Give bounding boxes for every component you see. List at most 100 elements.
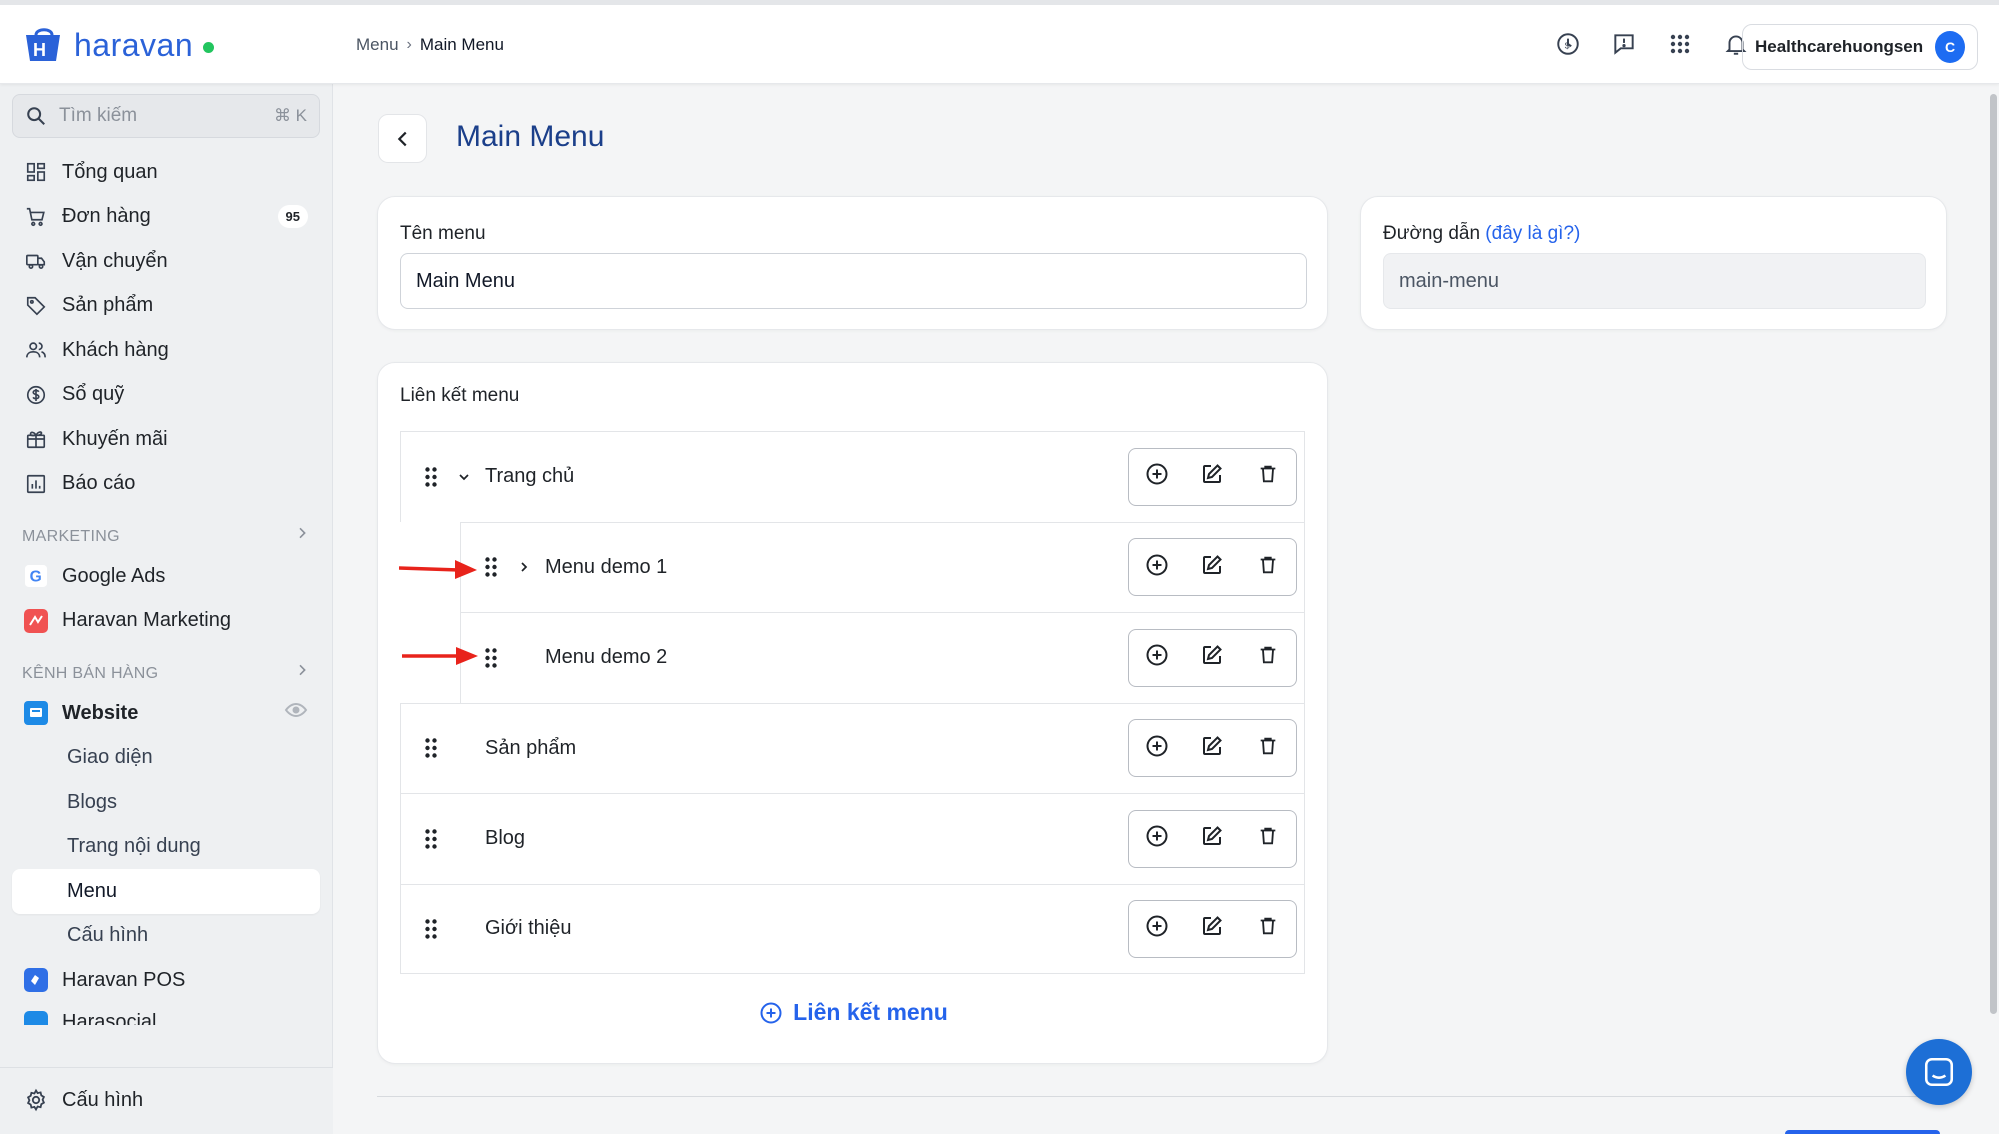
sidebar-subitem-giao-dien[interactable]: Giao diện [12, 736, 320, 781]
edit-icon [1200, 734, 1224, 763]
chat-support-button[interactable] [1906, 1039, 1972, 1105]
sidebar-item-haravan-marketing[interactable]: Haravan Marketing [12, 599, 320, 644]
apps-grid-icon[interactable] [1667, 31, 1693, 57]
add-menu-link-button[interactable]: Liên kết menu [378, 999, 1329, 1026]
sidebar-item-label: Harasocial [62, 1010, 157, 1025]
edit-button[interactable] [1197, 462, 1227, 492]
menu-link-label: Sản phẩm [485, 736, 577, 759]
users-icon [24, 338, 48, 362]
edit-icon [1200, 914, 1224, 943]
history-icon[interactable]: $ [1555, 31, 1581, 57]
menu-link-row[interactable]: Trang chủ [400, 431, 1305, 522]
svg-text:$: $ [1565, 40, 1570, 50]
sidebar-nav: Tổng quan Đơn hàng 95 Vận chuyển Sản phẩ… [12, 150, 320, 1025]
chevron-right-icon[interactable] [513, 556, 535, 578]
drag-handle-icon[interactable] [417, 915, 445, 943]
eye-icon[interactable] [284, 698, 308, 728]
add-child-button[interactable] [1142, 824, 1172, 854]
svg-text:H: H [33, 40, 46, 60]
edit-button[interactable] [1197, 552, 1227, 582]
drag-handle-icon[interactable] [477, 553, 505, 581]
delete-button[interactable] [1253, 824, 1283, 854]
url-help-link[interactable]: (đây là gì?) [1485, 223, 1580, 244]
menu-name-card: Tên menu Main Menu [377, 196, 1328, 330]
harasocial-icon [24, 1010, 48, 1025]
page-scrollbar[interactable] [1987, 84, 1999, 1134]
menu-url-label-text: Đường dẫn [1383, 223, 1481, 244]
dashboard-icon [24, 160, 48, 184]
feedback-icon[interactable] [1611, 31, 1637, 57]
delete-button[interactable] [1253, 643, 1283, 673]
sidebar-item-google-ads[interactable]: G Google Ads [12, 554, 320, 599]
sidebar-item-van-chuyen[interactable]: Vận chuyển [12, 239, 320, 284]
menu-link-row[interactable]: Blog [400, 793, 1305, 884]
sidebar-item-haravan-pos[interactable]: Haravan POS [12, 958, 320, 1003]
menu-link-actions [1128, 628, 1297, 687]
save-button[interactable] [1785, 1130, 1940, 1134]
menu-link-row[interactable]: Menu demo 2 [460, 612, 1305, 703]
drag-handle-icon[interactable] [417, 825, 445, 853]
edit-button[interactable] [1197, 733, 1227, 763]
sidebar-item-tong-quan[interactable]: Tổng quan [12, 150, 320, 195]
drag-handle-icon[interactable] [417, 734, 445, 762]
order-count-badge: 95 [277, 205, 308, 229]
search-box[interactable]: Tìm kiếm ⌘ K [12, 94, 320, 138]
google-icon: G [24, 564, 48, 588]
sidebar-subitem-blogs[interactable]: Blogs [12, 780, 320, 825]
sidebar-item-settings[interactable]: Cấu hình [12, 1078, 320, 1123]
sidebar-item-so-quy[interactable]: Sổ quỹ [12, 373, 320, 418]
chevron-down-icon[interactable] [453, 466, 475, 488]
sidebar-subitem-cau-hinh[interactable]: Cấu hình [12, 914, 320, 959]
add-child-button[interactable] [1142, 552, 1172, 582]
delete-button[interactable] [1253, 733, 1283, 763]
scrollbar-thumb[interactable] [1990, 94, 1997, 1014]
sidebar-item-label: Khuyến mãi [62, 427, 168, 450]
add-child-button[interactable] [1142, 914, 1172, 944]
drag-handle-icon[interactable] [477, 644, 505, 672]
menu-name-input[interactable]: Main Menu [400, 253, 1307, 309]
edit-button[interactable] [1197, 824, 1227, 854]
add-child-button[interactable] [1142, 643, 1172, 673]
menu-links-card: Liên kết menu Trang chủ Menu demo 1 Menu d… [377, 362, 1328, 1064]
menu-link-row[interactable]: Giới thiệu [400, 883, 1305, 974]
sidebar-item-don-hang[interactable]: Đơn hàng 95 [12, 195, 320, 240]
search-shortcut: ⌘ K [273, 106, 307, 125]
sidebar-subitem-menu[interactable]: Menu [12, 869, 320, 914]
sidebar-item-khach-hang[interactable]: Khách hàng [12, 328, 320, 373]
online-status-dot [203, 41, 215, 53]
sidebar-subitem-trang-noi-dung[interactable]: Trang nội dung [12, 825, 320, 870]
delete-button[interactable] [1253, 552, 1283, 582]
search-icon [27, 107, 45, 125]
drag-handle-icon[interactable] [417, 463, 445, 491]
chat-icon [1924, 1057, 1954, 1087]
breadcrumb-parent-link[interactable]: Menu [356, 35, 399, 55]
account-menu[interactable]: Healthcarehuongsen C [1742, 24, 1978, 70]
delete-button[interactable] [1253, 914, 1283, 944]
back-button[interactable] [378, 114, 427, 163]
sidebar-item-label: Haravan POS [62, 968, 186, 991]
menu-link-actions [1128, 719, 1297, 778]
sales-channel-section-header[interactable]: KÊNH BÁN HÀNG [12, 643, 320, 691]
add-child-button[interactable] [1142, 462, 1172, 492]
add-child-button[interactable] [1142, 733, 1172, 763]
haravan-logo[interactable]: H haravan [20, 25, 215, 65]
sidebar-item-bao-cao[interactable]: Báo cáo [12, 462, 320, 507]
sidebar-item-website[interactable]: Website [12, 691, 320, 736]
edit-button[interactable] [1197, 914, 1227, 944]
search-input[interactable]: Tìm kiếm [59, 105, 262, 127]
sidebar-item-harasocial[interactable]: Harasocial [12, 1003, 320, 1025]
delete-button[interactable] [1253, 462, 1283, 492]
sidebar-item-label: Haravan Marketing [62, 609, 231, 632]
sidebar-item-san-pham[interactable]: Sản phẩm [12, 284, 320, 329]
sidebar-item-khuyen-mai[interactable]: Khuyến mãi [12, 417, 320, 462]
haravan-marketing-icon [24, 608, 48, 633]
sidebar-item-label: Cấu hình [62, 1088, 144, 1111]
menu-url-input[interactable]: main-menu [1383, 253, 1926, 309]
edit-button[interactable] [1197, 643, 1227, 673]
marketing-section-header[interactable]: MARKETING [12, 506, 320, 554]
menu-link-row[interactable]: Sản phẩm [400, 702, 1305, 793]
website-icon [24, 701, 48, 726]
sidebar-item-label: Đơn hàng [62, 205, 151, 228]
menu-links-list: Trang chủ Menu demo 1 Menu demo 2 Sản phẩm B… [400, 431, 1305, 974]
menu-link-row[interactable]: Menu demo 1 [460, 521, 1305, 612]
